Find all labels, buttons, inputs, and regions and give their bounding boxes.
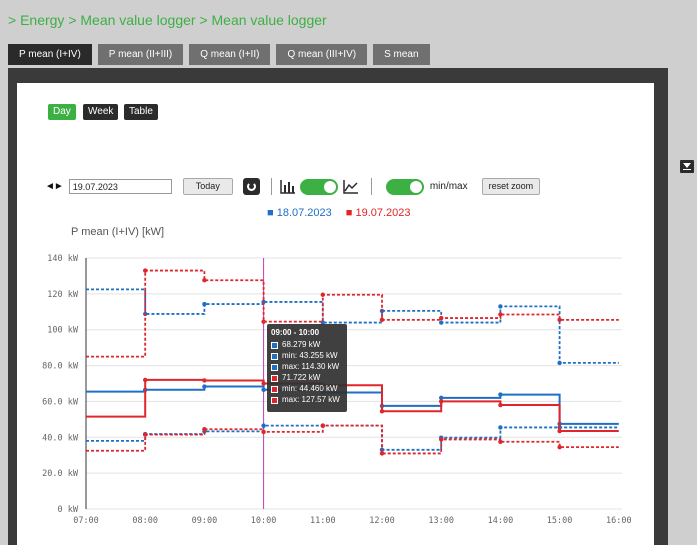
x-tick-label: 13:00 — [428, 516, 454, 526]
data-point — [439, 315, 444, 321]
swatch-icon — [271, 363, 278, 371]
y-tick-label: 140 kW — [47, 254, 79, 264]
data-point — [143, 377, 148, 383]
series-line — [86, 378, 619, 433]
x-tick-label: 10:00 — [251, 516, 277, 526]
swatch-icon — [271, 374, 278, 382]
series-line — [86, 288, 619, 364]
y-tick-label: 60.0 kW — [42, 397, 79, 407]
y-tick-label: 80.0 kW — [42, 362, 79, 372]
swatch-icon — [271, 341, 278, 349]
data-point — [202, 278, 207, 283]
data-point — [261, 319, 266, 324]
data-point — [498, 425, 503, 430]
data-point — [498, 304, 503, 309]
data-point — [202, 378, 207, 383]
data-point — [379, 317, 385, 323]
data-point — [320, 423, 325, 428]
data-point — [320, 292, 325, 297]
data-point — [261, 381, 266, 386]
y-tick-label: 120 kW — [47, 290, 79, 300]
data-point — [202, 384, 207, 389]
x-tick-label: 09:00 — [192, 516, 218, 526]
data-point — [439, 320, 444, 325]
data-point — [498, 392, 503, 397]
series-line — [86, 424, 619, 455]
swatch-icon — [271, 396, 278, 404]
tooltip-row: 68.279 kW — [282, 340, 321, 349]
tooltip-row: 71.722 kW — [282, 373, 321, 382]
x-tick-label: 07:00 — [73, 516, 99, 526]
data-point — [261, 387, 266, 392]
y-tick-label: 40.0 kW — [42, 433, 79, 443]
data-point — [379, 451, 385, 456]
x-tick-label: 11:00 — [310, 516, 336, 526]
data-point — [439, 437, 444, 442]
data-point — [261, 423, 266, 428]
data-point — [557, 360, 562, 366]
swatch-icon — [271, 385, 278, 393]
x-tick-label: 14:00 — [488, 516, 514, 526]
x-tick-label: 12:00 — [369, 516, 395, 526]
data-point — [202, 427, 207, 432]
data-point — [379, 409, 385, 414]
data-point — [557, 317, 562, 323]
data-point — [498, 439, 503, 444]
data-point — [557, 428, 562, 434]
y-tick-label: 0 kW — [58, 505, 79, 515]
tooltip-row: max: 114.30 kW — [282, 362, 340, 371]
data-point — [498, 312, 503, 317]
data-point — [143, 268, 148, 273]
chart-canvas[interactable]: 0 kW 20.0 kW 40.0 kW 60.0 kW 80.0 kW 100 kW 12… — [0, 0, 697, 545]
data-point — [143, 432, 148, 437]
data-point — [202, 301, 207, 307]
x-tick-label: 15:00 — [547, 516, 573, 526]
x-tick-label: 08:00 — [132, 516, 158, 526]
y-tick-label: 20.0 kW — [42, 469, 79, 479]
chart-tooltip: 09:00 - 10:00 68.279 kW min: 43.255 kW m… — [267, 324, 347, 412]
tooltip-title: 09:00 - 10:00 — [271, 328, 320, 337]
data-point — [557, 444, 562, 450]
tooltip-row: max: 127.57 kW — [282, 395, 340, 404]
data-point — [439, 399, 444, 404]
tooltip-row: min: 44.460 kW — [282, 384, 338, 393]
series-line — [86, 269, 619, 358]
x-tick-label: 16:00 — [606, 516, 632, 526]
data-point — [261, 429, 266, 435]
swatch-icon — [271, 352, 278, 360]
y-tick-label: 100 kW — [47, 326, 79, 336]
data-point — [498, 402, 503, 408]
tooltip-row: min: 43.255 kW — [282, 351, 338, 360]
